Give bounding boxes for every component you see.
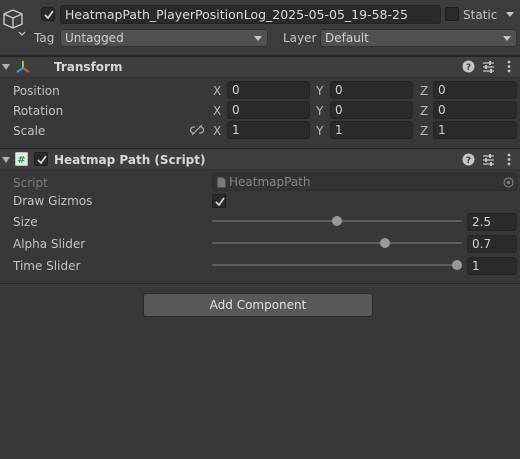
- link-icon[interactable]: [190, 124, 204, 136]
- svg-text:?: ?: [466, 63, 471, 73]
- scale-y-field[interactable]: 1: [330, 121, 413, 139]
- scale-y-axis-label[interactable]: Y: [316, 123, 323, 139]
- rotation-label: Rotation: [13, 104, 64, 118]
- layer-dropdown[interactable]: Default: [320, 29, 517, 47]
- position-y-field[interactable]: 0: [330, 81, 413, 99]
- kebab-menu-icon[interactable]: [506, 60, 512, 73]
- svg-text:#: #: [17, 155, 25, 166]
- alpha-slider-track[interactable]: [212, 242, 462, 244]
- active-checkbox[interactable]: [41, 7, 55, 21]
- transform-axes-icon: [16, 61, 30, 73]
- chevron-down-icon: [254, 36, 262, 41]
- size-slider-thumb[interactable]: [332, 216, 342, 226]
- position-label: Position: [13, 84, 60, 98]
- time-slider-thumb[interactable]: [452, 260, 462, 270]
- rotation-y-axis-label[interactable]: Y: [316, 103, 323, 119]
- foldout-arrow-icon[interactable]: [2, 64, 10, 70]
- gameobject-cube-icon: [3, 9, 26, 36]
- draw-gizmos-label: Draw Gizmos: [13, 194, 93, 208]
- rotation-z-axis-label[interactable]: Z: [420, 103, 428, 119]
- scale-z-axis-label[interactable]: Z: [420, 123, 428, 139]
- tag-value: Untagged: [65, 31, 124, 45]
- static-dropdown-caret[interactable]: [506, 12, 514, 17]
- tag-dropdown[interactable]: Untagged: [60, 29, 268, 47]
- scale-z-field[interactable]: 1: [433, 121, 517, 139]
- foldout-arrow-icon[interactable]: [2, 157, 10, 163]
- size-label: Size: [13, 215, 38, 229]
- component-enabled-checkbox[interactable]: [34, 152, 48, 166]
- transform-title: Transform: [54, 60, 123, 74]
- svg-text:?: ?: [466, 156, 471, 166]
- help-icon[interactable]: ?: [462, 153, 475, 166]
- alpha-slider-thumb[interactable]: [380, 238, 390, 248]
- preset-icon[interactable]: [482, 60, 495, 73]
- position-z-axis-label[interactable]: Z: [420, 83, 428, 99]
- component-divider: [0, 283, 520, 284]
- position-y-axis-label[interactable]: Y: [316, 83, 323, 99]
- layer-label: Layer: [283, 31, 317, 45]
- rotation-x-axis-label[interactable]: X: [213, 103, 221, 119]
- static-label: Static: [463, 8, 498, 22]
- rotation-x-field[interactable]: 0: [227, 101, 310, 119]
- heatmap-path-title: Heatmap Path (Script): [54, 153, 206, 167]
- size-value-field[interactable]: 2.5: [467, 213, 517, 231]
- position-z-field[interactable]: 0: [433, 81, 517, 99]
- help-icon[interactable]: ?: [462, 60, 475, 73]
- static-checkbox[interactable]: [445, 7, 459, 21]
- kebab-menu-icon[interactable]: [506, 153, 512, 166]
- gameobject-name-field[interactable]: HeatmapPath_PlayerPositionLog_2025-05-05…: [60, 5, 441, 24]
- tag-label: Tag: [34, 31, 55, 45]
- script-field: HeatmapPath: [212, 173, 517, 191]
- script-value: HeatmapPath: [229, 175, 311, 189]
- position-x-field[interactable]: 0: [227, 81, 310, 99]
- position-x-axis-label[interactable]: X: [213, 83, 221, 99]
- preset-icon[interactable]: [482, 153, 495, 166]
- script-hash-icon: #: [15, 152, 28, 166]
- time-slider-label: Time Slider: [13, 259, 81, 273]
- layer-value: Default: [325, 31, 369, 45]
- object-picker-icon: [503, 177, 514, 188]
- alpha-slider-label: Alpha Slider: [13, 237, 86, 251]
- scale-x-axis-label[interactable]: X: [213, 123, 221, 139]
- script-file-icon: [217, 177, 226, 188]
- rotation-y-field[interactable]: 0: [330, 101, 413, 119]
- rotation-z-field[interactable]: 0: [433, 101, 517, 119]
- time-slider-track[interactable]: [212, 264, 462, 266]
- chevron-down-icon: [503, 36, 511, 41]
- add-component-button[interactable]: Add Component: [143, 293, 373, 317]
- time-value-field[interactable]: 1: [467, 257, 517, 275]
- alpha-value-field[interactable]: 0.7: [467, 235, 517, 253]
- script-label: Script: [13, 176, 48, 190]
- draw-gizmos-checkbox[interactable]: [212, 194, 226, 208]
- scale-label: Scale: [13, 124, 46, 138]
- scale-x-field[interactable]: 1: [227, 121, 310, 139]
